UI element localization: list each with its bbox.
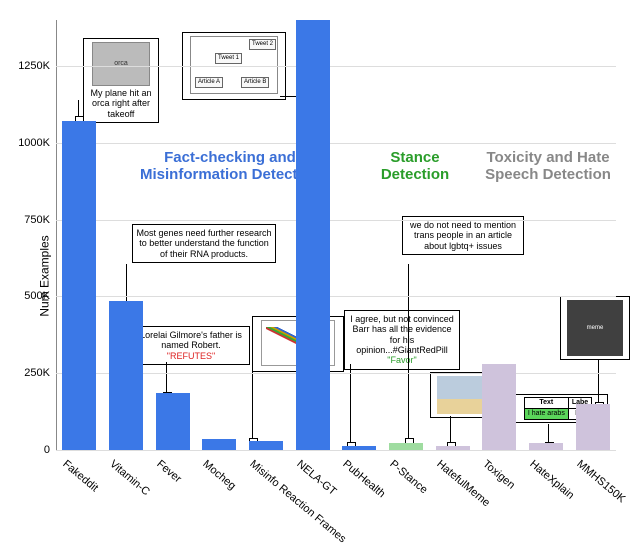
x-tick-label: Fever bbox=[154, 458, 183, 485]
bar-hatexplain bbox=[529, 443, 563, 450]
lead-line bbox=[548, 424, 549, 444]
nela-node: Article A bbox=[195, 77, 223, 88]
callout-pstance-text: we do not need to mention trans people i… bbox=[410, 220, 516, 251]
callout-fakeddit: orca My plane hit an orca right after ta… bbox=[83, 38, 159, 123]
bar-fever bbox=[156, 393, 190, 450]
callout-pubhealth-label: "Favor" bbox=[387, 355, 416, 365]
group-label-stance: Stance Detection bbox=[370, 150, 460, 183]
bar-toxigen bbox=[482, 364, 516, 450]
nela-node: Article B bbox=[241, 77, 269, 88]
nela-node: Tweet 1 bbox=[215, 53, 242, 64]
y-tick-label: 0 bbox=[18, 444, 50, 456]
bar-vitamin-c bbox=[109, 301, 143, 450]
y-axis-label: Num Examples bbox=[38, 235, 52, 316]
grid-line bbox=[56, 143, 616, 144]
y-tick-label: 250K bbox=[18, 367, 50, 379]
lead-line bbox=[252, 370, 253, 440]
group-label-toxicity: Toxicity and Hate Speech Detection bbox=[468, 150, 628, 183]
y-axis bbox=[56, 20, 57, 450]
callout-mmhs: meme bbox=[560, 296, 630, 360]
x-tick-label: NELA-GT bbox=[294, 458, 338, 498]
bar-hatefulmeme bbox=[436, 446, 470, 450]
x-tick-label: P-Stance bbox=[387, 458, 429, 496]
y-tick-label: 1000K bbox=[18, 137, 50, 149]
lead-line bbox=[598, 360, 599, 404]
lead-line bbox=[450, 416, 451, 444]
callout-fakeddit-text: My plane hit an orca right after takeoff bbox=[90, 88, 151, 119]
callout-fever-text: Lorelai Gilmore's father is named Robert… bbox=[140, 330, 242, 350]
grid-line bbox=[56, 220, 616, 221]
callout-fever-label: "REFUTES" bbox=[167, 351, 215, 361]
y-tick-label: 500K bbox=[18, 290, 50, 302]
lead-line bbox=[350, 364, 351, 444]
hs-th: Text bbox=[524, 398, 568, 409]
callout-pubhealth-text: I agree, but not convinced Barr has all … bbox=[350, 314, 454, 355]
lead-line bbox=[408, 264, 409, 440]
y-tick-label: 750K bbox=[18, 214, 50, 226]
lead-line bbox=[166, 362, 167, 394]
bar-misinfo-reaction-frames bbox=[249, 441, 283, 450]
x-tick-label: Mocheg bbox=[201, 458, 239, 492]
grid-line bbox=[56, 450, 616, 451]
bar-pubhealth bbox=[342, 446, 376, 450]
hs-td: I hate arabs bbox=[524, 409, 568, 420]
x-tick-label: Vitamin-C bbox=[107, 458, 152, 498]
bar-mocheg bbox=[202, 439, 236, 450]
nela-diagram-icon: Tweet 1 Tweet 2 Article A Article B bbox=[190, 36, 278, 94]
meme-thumb-icon: meme bbox=[567, 300, 623, 356]
x-tick-label: Toxigen bbox=[481, 458, 518, 492]
x-tick-label: HateXplain bbox=[527, 458, 576, 502]
x-tick-label: MMHS150K bbox=[574, 458, 627, 505]
x-tick-label: Misinfo Reaction Frames bbox=[247, 458, 348, 545]
grid-line bbox=[56, 296, 616, 297]
lead-line bbox=[126, 264, 127, 304]
callout-pubhealth: I agree, but not convinced Barr has all … bbox=[344, 310, 460, 370]
callout-vitaminc: Most genes need further research to bett… bbox=[132, 224, 276, 263]
y-tick-label: 1250K bbox=[18, 60, 50, 72]
bar-fakeddit bbox=[62, 121, 96, 450]
bar-mmhs150k bbox=[576, 404, 610, 450]
nela-node: Tweet 2 bbox=[249, 39, 276, 50]
x-tick-label: PubHealth bbox=[341, 458, 388, 500]
x-tick-label: Fakeddit bbox=[61, 458, 101, 494]
orca-thumb-icon: orca bbox=[92, 42, 150, 86]
bar-nela-gt bbox=[296, 20, 330, 450]
bar-p-stance bbox=[389, 443, 423, 450]
grid-line bbox=[56, 66, 616, 67]
callout-pstance: we do not need to mention trans people i… bbox=[402, 216, 524, 255]
callout-vitaminc-text: Most genes need further research to bett… bbox=[136, 228, 271, 259]
callout-fever: Lorelai Gilmore's father is named Robert… bbox=[132, 326, 250, 365]
